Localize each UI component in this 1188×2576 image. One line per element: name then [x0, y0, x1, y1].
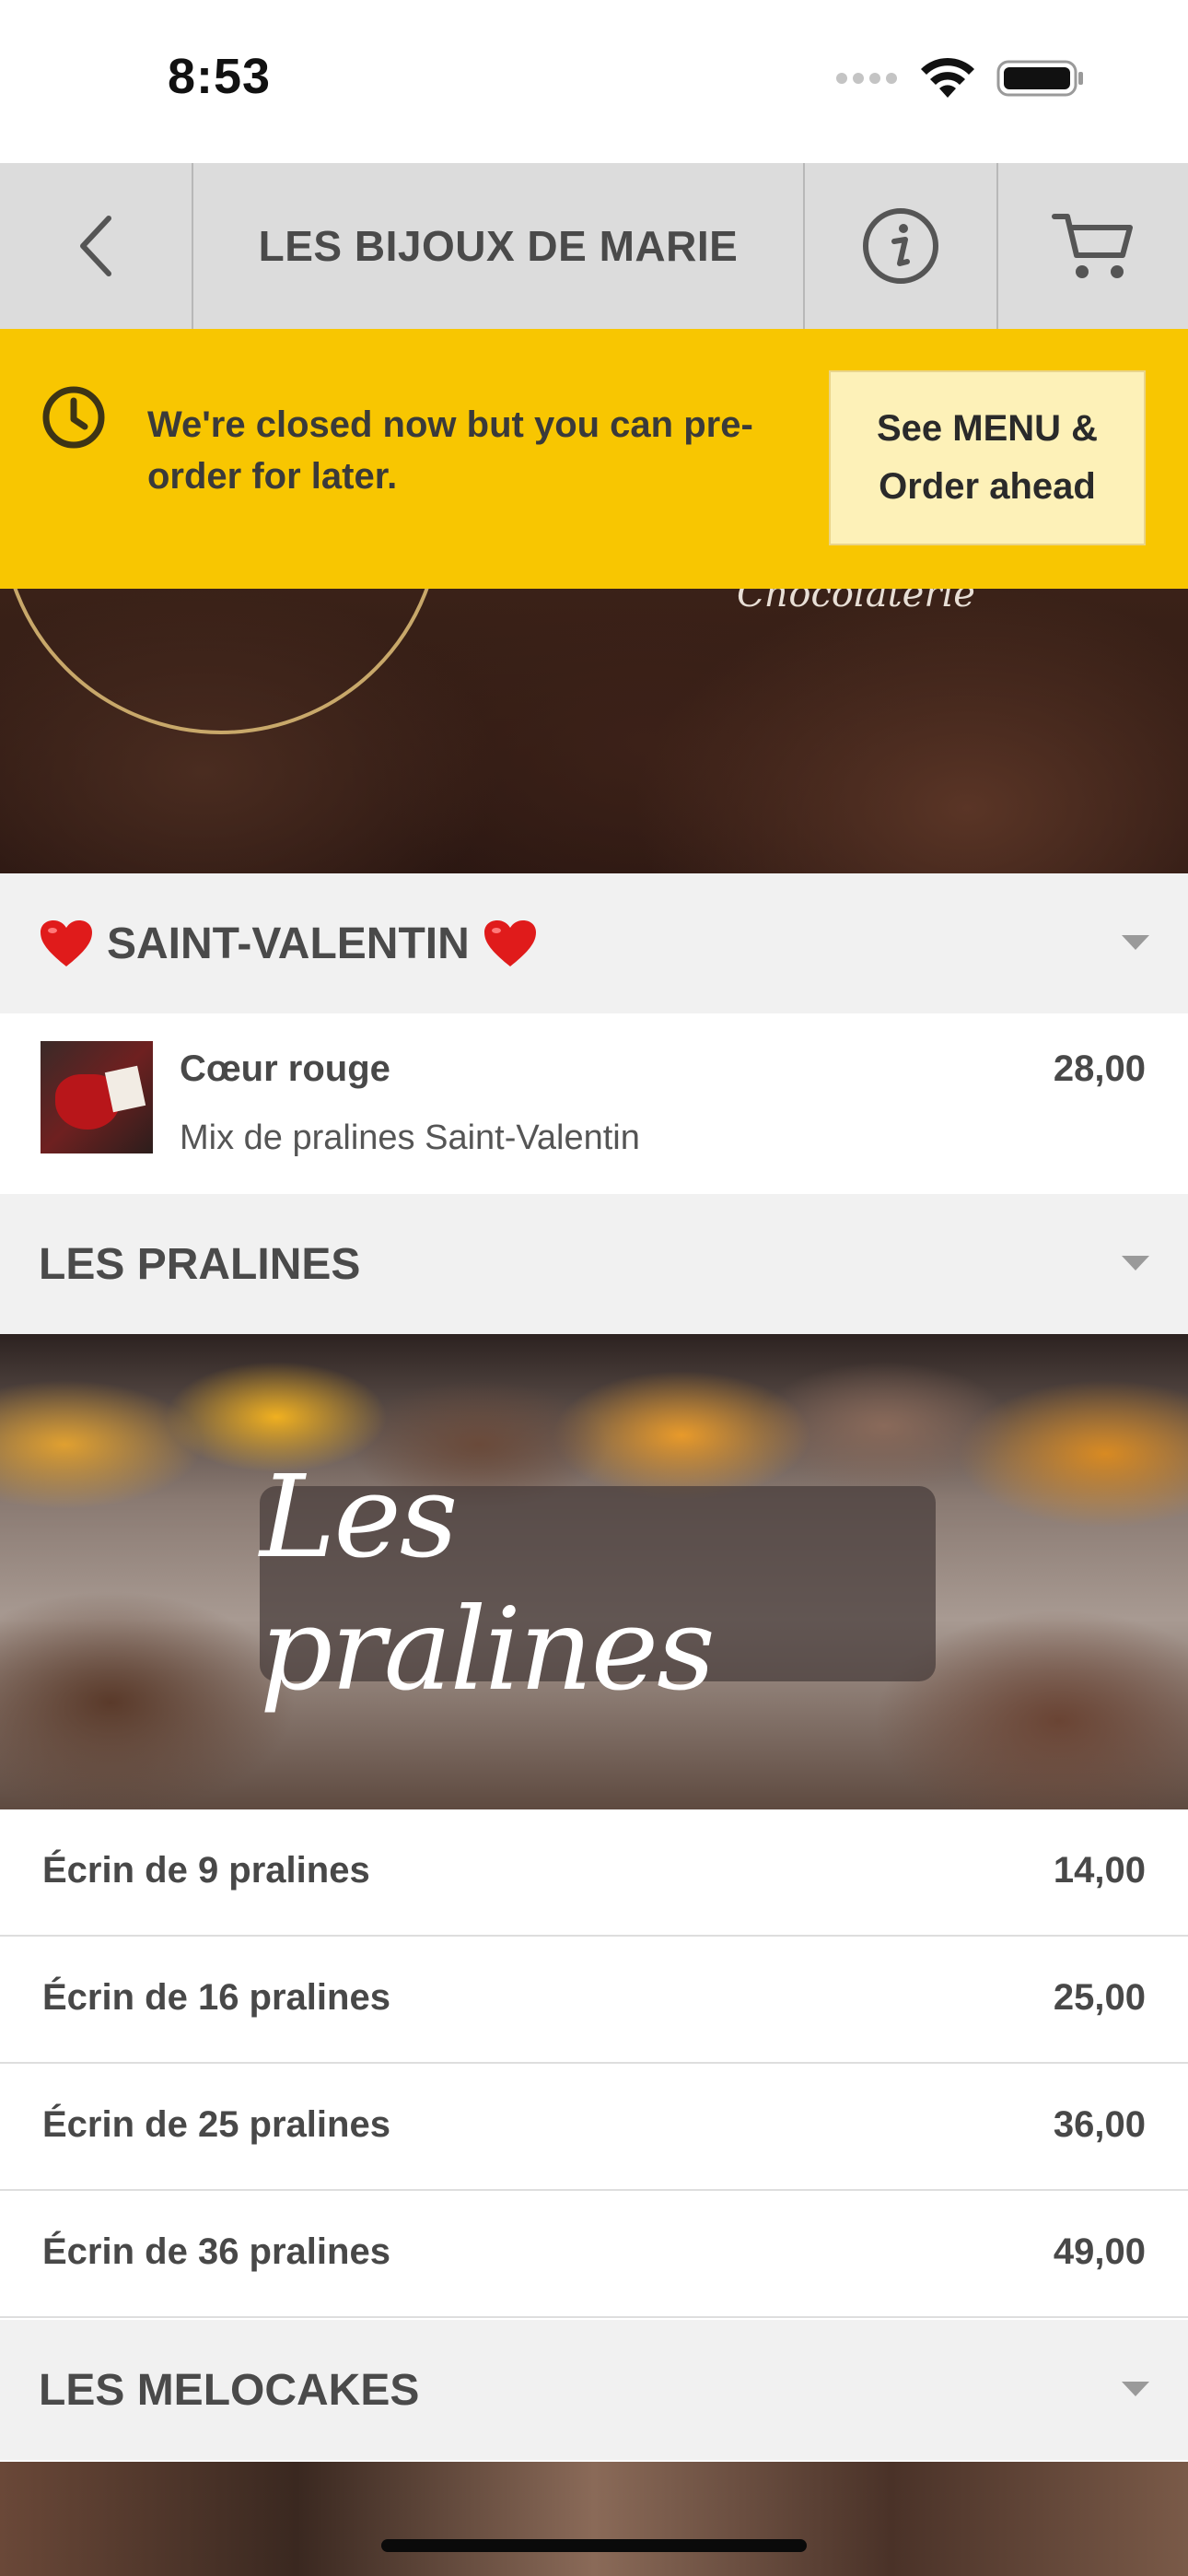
pralines-banner-label: Les pralines: [260, 1451, 936, 1716]
item-name: Écrin de 16 pralines: [42, 1977, 390, 2018]
info-icon: [863, 208, 938, 284]
heart-icon: [483, 920, 536, 966]
status-time: 8:53: [168, 49, 272, 104]
see-menu-order-ahead-button[interactable]: See MENU & Order ahead: [829, 370, 1146, 545]
closed-banner: We're closed now but you can pre-order f…: [0, 329, 1188, 589]
item-name: Cœur rouge: [180, 1048, 390, 1089]
item-name: Écrin de 36 pralines: [42, 2231, 390, 2272]
item-price: 36,00: [1053, 2104, 1146, 2145]
back-chevron-icon: [80, 216, 111, 276]
item-price: 25,00: [1053, 1977, 1146, 2018]
cart-button[interactable]: [996, 163, 1188, 329]
list-item[interactable]: Cœur rouge Mix de pralines Saint-Valenti…: [0, 1013, 1188, 1194]
wifi-icon: [921, 57, 974, 98]
item-price: 49,00: [1053, 2231, 1146, 2272]
list-item[interactable]: Écrin de 9 pralines 14,00: [0, 1809, 1188, 1937]
section-header-saint-valentin[interactable]: SAINT-VALENTIN: [0, 873, 1188, 1013]
chevron-down-icon: [1122, 2382, 1149, 2396]
cellular-icon: [836, 73, 897, 84]
section-title: SAINT-VALENTIN: [39, 919, 538, 969]
info-button[interactable]: [803, 163, 996, 329]
home-indicator[interactable]: [381, 2539, 807, 2552]
section-header-les-melocakes[interactable]: LES MELOCAKES: [0, 2320, 1188, 2460]
cart-icon: [1052, 214, 1133, 278]
section-title: LES PRALINES: [39, 1239, 360, 1290]
item-description: Mix de pralines Saint-Valentin: [180, 1118, 640, 1157]
navbar: LES BIJOUX DE MARIE: [0, 163, 1188, 329]
section-title: LES MELOCAKES: [39, 2365, 419, 2416]
status-icons: [836, 57, 1085, 100]
thumbnail-card: [104, 1065, 146, 1113]
section-title-text: LES PRALINES: [39, 1239, 361, 1289]
pralines-banner-text: Les pralines: [260, 1451, 716, 1716]
item-name: Écrin de 9 pralines: [42, 1850, 370, 1891]
back-button[interactable]: [0, 163, 193, 329]
item-price: 28,00: [1053, 1048, 1146, 1089]
list-item[interactable]: Écrin de 16 pralines 25,00: [0, 1937, 1188, 2064]
page-title: LES BIJOUX DE MARIE: [258, 222, 739, 270]
pralines-banner-image: Les pralines: [0, 1334, 1188, 1809]
battery-icon: [996, 60, 1083, 97]
heart-icon: [41, 920, 92, 966]
list-item[interactable]: Écrin de 25 pralines 36,00: [0, 2064, 1188, 2191]
clock-icon: [42, 386, 105, 449]
section-title-text: LES MELOCAKES: [39, 2365, 420, 2415]
status-bar: 8:53: [0, 0, 1188, 163]
item-name: Écrin de 25 pralines: [42, 2104, 390, 2145]
section-title-text: SAINT-VALENTIN: [107, 919, 470, 968]
chevron-down-icon: [1122, 935, 1149, 950]
melocakes-banner-image: [0, 2462, 1188, 2576]
list-item[interactable]: Écrin de 36 pralines 49,00: [0, 2191, 1188, 2318]
item-thumbnail: [41, 1041, 153, 1153]
closed-message: We're closed now but you can pre-order f…: [147, 404, 753, 497]
chevron-down-icon: [1122, 1256, 1149, 1270]
item-price: 14,00: [1053, 1850, 1146, 1891]
section-header-les-pralines[interactable]: LES PRALINES: [0, 1194, 1188, 1334]
